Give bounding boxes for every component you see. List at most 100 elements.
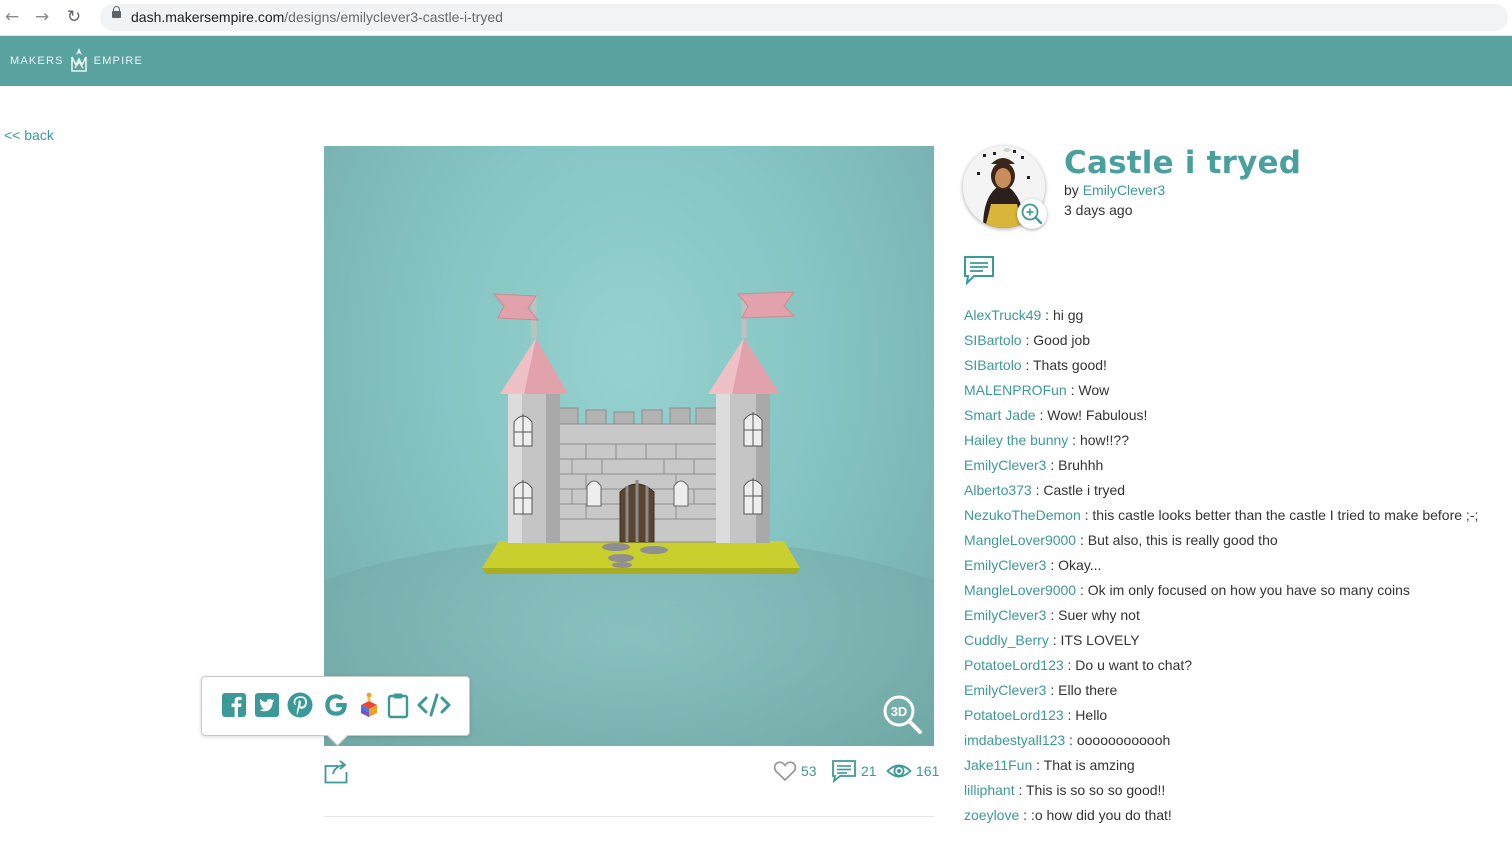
likes-stat[interactable]: 53 xyxy=(773,760,817,782)
comment-text: : Good job xyxy=(1021,332,1091,348)
comment-item: SIBartolo : Thats good! xyxy=(964,355,1509,380)
clipboard-icon[interactable] xyxy=(384,691,412,719)
comment-text: : Do u want to chat? xyxy=(1063,657,1193,673)
comment-author-link[interactable]: imdabestyall123 xyxy=(964,732,1065,748)
comment-author-link[interactable]: MALENPROFun xyxy=(964,382,1067,398)
comment-author-link[interactable]: PotatoeLord123 xyxy=(964,707,1064,723)
comment-author-link[interactable]: MangleLover9000 xyxy=(964,532,1076,548)
comment-author-link[interactable]: NezukoTheDemon xyxy=(964,507,1081,523)
comment-item: EmilyClever3 : Okay... xyxy=(964,555,1509,580)
comment-author-link[interactable]: MangleLover9000 xyxy=(964,582,1076,598)
comment-list: AlexTruck49 : hi gg SIBartolo : Good job S… xyxy=(964,305,1509,830)
comment-text: : Ello there xyxy=(1046,682,1118,698)
comment-item: MangleLover9000 : But also, this is real… xyxy=(964,530,1509,555)
back-arrow-icon[interactable]: ← xyxy=(1,6,23,28)
comments-stat[interactable]: 21 xyxy=(831,760,877,783)
makers-empire-logo[interactable]: MAKERS EMPIRE xyxy=(10,46,143,76)
comment-item: imdabestyall123 : oooooooooooh xyxy=(964,730,1509,755)
comment-item: Alberto373 : Castle i tryed xyxy=(964,480,1509,505)
comment-text: : Suer why not xyxy=(1046,607,1140,623)
back-link[interactable]: << back xyxy=(4,127,54,143)
comment-author-link[interactable]: lilliphant xyxy=(964,782,1015,798)
comment-item: NezukoTheDemon : this castle looks bette… xyxy=(964,505,1509,530)
forward-arrow-icon[interactable]: → xyxy=(31,6,53,28)
comments-header-icon[interactable] xyxy=(963,255,995,286)
comment-author-link[interactable]: AlexTruck49 xyxy=(964,307,1041,323)
comment-item: Cuddly_Berry : ITS LOVELY xyxy=(964,630,1509,655)
comment-author-link[interactable]: EmilyClever3 xyxy=(964,682,1046,698)
comment-text: : That is amzing xyxy=(1032,757,1135,773)
comment-text: : This is so so so good!! xyxy=(1014,782,1166,798)
author-link[interactable]: EmilyClever3 xyxy=(1083,182,1165,198)
comment-text: : Wow xyxy=(1066,382,1110,398)
comment-icon xyxy=(832,760,856,783)
lock-icon xyxy=(112,6,121,18)
address-bar[interactable]: dash.makersempire.com/designs/emilycleve… xyxy=(100,4,1508,31)
avatar-zoom-button[interactable] xyxy=(1017,199,1047,229)
comment-item: Jake11Fun : That is amzing xyxy=(964,755,1509,780)
comment-item: Smart Jade : Wow! Fabulous! xyxy=(964,405,1509,430)
share-popup xyxy=(201,676,470,736)
comment-item: EmilyClever3 : Suer why not xyxy=(964,605,1509,630)
comment-item: zoeylove : :o how did you do that! xyxy=(964,805,1509,830)
comment-item: EmilyClever3 : Ello there xyxy=(964,680,1509,705)
comment-text: : hi gg xyxy=(1041,307,1084,323)
comment-item: MangleLover9000 : Ok im only focused on … xyxy=(964,580,1509,605)
reload-icon[interactable]: ↻ xyxy=(63,6,85,28)
zoom-in-icon xyxy=(1021,203,1043,225)
comment-text: : Okay... xyxy=(1046,557,1102,573)
comment-author-link[interactable]: Jake11Fun xyxy=(964,757,1032,773)
castle-model xyxy=(482,291,800,574)
comment-item: AlexTruck49 : hi gg xyxy=(964,305,1509,330)
comment-author-link[interactable]: EmilyClever3 xyxy=(964,557,1046,573)
comment-text: : Castle i tryed xyxy=(1031,482,1126,498)
comment-text: : Ok im only focused on how you have so … xyxy=(1076,582,1410,598)
google-classroom-icon[interactable] xyxy=(322,691,350,719)
3d-label: 3D xyxy=(891,704,908,719)
heart-icon xyxy=(773,761,797,782)
comment-item: lilliphant : This is so so so good!! xyxy=(964,780,1509,805)
comment-text: : Bruhhh xyxy=(1046,457,1104,473)
eye-icon xyxy=(886,764,912,778)
comment-text: : But also, this is really good tho xyxy=(1076,532,1278,548)
views-count: 161 xyxy=(916,763,940,779)
likes-count: 53 xyxy=(801,763,817,779)
share-icon xyxy=(324,760,348,784)
comments-count: 21 xyxy=(861,763,877,779)
twitter-icon[interactable] xyxy=(253,691,281,719)
comment-text: : this castle looks better than the cast… xyxy=(1080,507,1479,523)
comment-item: MALENPROFun : Wow xyxy=(964,380,1509,405)
magnifier-3d-icon: 3D xyxy=(883,695,922,734)
comment-item: PotatoeLord123 : Hello xyxy=(964,705,1509,730)
comment-author-link[interactable]: SIBartolo xyxy=(964,332,1022,348)
comment-author-link[interactable]: Smart Jade xyxy=(964,407,1036,423)
design-3d-viewer[interactable]: 3D xyxy=(324,146,934,746)
comment-author-link[interactable]: Cuddly_Berry xyxy=(964,632,1049,648)
comment-author-link[interactable]: Hailey the bunny xyxy=(964,432,1068,448)
comment-author-link[interactable]: SIBartolo xyxy=(964,357,1022,373)
comment-text: : oooooooooooh xyxy=(1065,732,1171,748)
comment-bubble-icon xyxy=(964,256,994,286)
comment-author-link[interactable]: zoeylove xyxy=(964,807,1019,823)
site-header: MAKERS EMPIRE xyxy=(0,36,1512,86)
url-text: dash.makersempire.com/designs/emilycleve… xyxy=(131,9,503,25)
comment-text: : :o how did you do that! xyxy=(1019,807,1172,823)
seesaw-icon[interactable] xyxy=(355,691,383,719)
by-label: by xyxy=(1064,182,1079,198)
pinterest-icon[interactable] xyxy=(286,691,314,719)
posted-time: 3 days ago xyxy=(1064,202,1133,218)
comment-item: PotatoeLord123 : Do u want to chat? xyxy=(964,655,1509,680)
divider xyxy=(324,816,934,817)
share-button[interactable] xyxy=(324,758,348,784)
comment-item: EmilyClever3 : Bruhhh xyxy=(964,455,1509,480)
logo-text-left: MAKERS xyxy=(10,55,64,67)
comment-author-link[interactable]: EmilyClever3 xyxy=(964,607,1046,623)
comment-text: : Hello xyxy=(1063,707,1108,723)
comment-author-link[interactable]: PotatoeLord123 xyxy=(964,657,1064,673)
facebook-icon[interactable] xyxy=(220,691,248,719)
comment-item: Hailey the bunny : how!!?? xyxy=(964,430,1509,455)
embed-code-icon[interactable] xyxy=(416,691,452,719)
comment-author-link[interactable]: EmilyClever3 xyxy=(964,457,1046,473)
comment-author-link[interactable]: Alberto373 xyxy=(964,482,1032,498)
3d-view-toggle[interactable]: 3D xyxy=(882,694,924,736)
